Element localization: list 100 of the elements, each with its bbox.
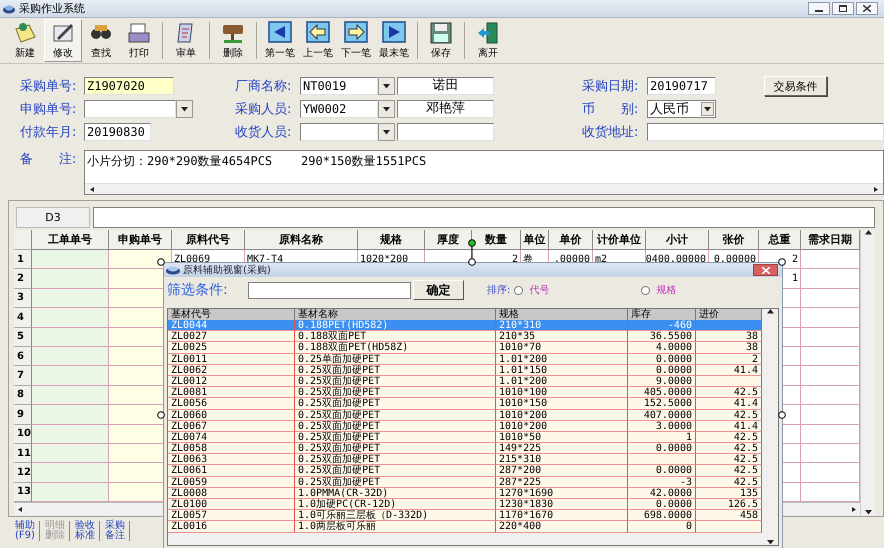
receiver-code-field[interactable]: [300, 123, 378, 141]
list-cell[interactable]: 210*35: [496, 331, 628, 342]
list-cell[interactable]: 41.4: [696, 398, 762, 410]
list-cell[interactable]: 0.25双面加硬PET: [295, 465, 496, 477]
list-cell[interactable]: 0.25双面加硬PET: [295, 398, 496, 410]
payment-month-field[interactable]: 20190830: [84, 123, 151, 141]
list-cell[interactable]: 149*225: [496, 443, 628, 454]
list-cell[interactable]: 1010*200: [496, 420, 628, 432]
order-number-field[interactable]: Z1907020: [84, 77, 174, 95]
column-header[interactable]: 数量: [472, 230, 521, 250]
column-header[interactable]: 单价: [549, 230, 593, 250]
list-cell[interactable]: 215*310: [496, 454, 628, 466]
list-cell[interactable]: [696, 376, 762, 388]
list-cell[interactable]: 0.0000: [628, 354, 696, 365]
minimize-button[interactable]: [808, 2, 830, 15]
list-cell[interactable]: 41.4: [696, 420, 762, 432]
column-header[interactable]: 单位: [521, 230, 549, 250]
column-header[interactable]: 总重: [759, 230, 801, 250]
list-cell[interactable]: 1010*50: [496, 432, 628, 444]
list-cell[interactable]: 287*225: [496, 476, 628, 488]
formula-field[interactable]: [93, 207, 875, 228]
column-header[interactable]: 规格: [496, 309, 628, 320]
column-header[interactable]: 基材代号: [168, 309, 295, 320]
bottom-tab[interactable]: 验收标准: [74, 521, 100, 541]
toolbar-button[interactable]: 查找: [82, 19, 120, 62]
list-cell[interactable]: 126.5: [696, 499, 762, 510]
column-header[interactable]: 基材名称: [295, 309, 496, 320]
list-cell[interactable]: 2: [696, 354, 762, 365]
toolbar-button[interactable]: 审单: [167, 19, 205, 62]
list-cell[interactable]: ZL0016: [168, 521, 295, 533]
vertical-scrollbar[interactable]: [860, 230, 875, 516]
list-cell[interactable]: 1230*1830: [496, 499, 628, 510]
list-cell[interactable]: ZL0025: [168, 342, 295, 354]
toolbar-button[interactable]: 下一笔: [337, 19, 375, 62]
list-cell[interactable]: 41.4: [696, 364, 762, 376]
bottom-tab[interactable]: 采购备注: [104, 521, 130, 541]
list-cell[interactable]: ZL0012: [168, 376, 295, 388]
toolbar-button[interactable]: 打印: [120, 19, 158, 62]
toolbar-button[interactable]: 删除: [214, 19, 252, 62]
list-cell[interactable]: ZL0081: [168, 387, 295, 398]
list-cell[interactable]: 42.5: [696, 454, 762, 466]
toolbar-button[interactable]: 保存: [422, 19, 460, 62]
dropdown-button[interactable]: [378, 100, 395, 118]
column-header[interactable]: 原料名称: [245, 230, 358, 250]
list-cell[interactable]: 1010*200: [496, 410, 628, 421]
list-cell[interactable]: 42.5: [696, 476, 762, 488]
terms-button[interactable]: 交易条件: [764, 76, 827, 96]
list-cell[interactable]: [628, 454, 696, 466]
dropdown-button[interactable]: [378, 77, 395, 95]
list-cell[interactable]: 152.5000: [628, 398, 696, 410]
list-cell[interactable]: 9.0000: [628, 376, 696, 388]
dropdown-button[interactable]: [176, 100, 193, 118]
toolbar-button[interactable]: 第一笔: [261, 19, 299, 62]
list-cell[interactable]: 1010*70: [496, 342, 628, 354]
list-cell[interactable]: 220*400: [496, 521, 628, 533]
dropdown-button[interactable]: [378, 123, 395, 141]
list-cell[interactable]: ZL0061: [168, 465, 295, 477]
list-cell[interactable]: 42.5: [696, 432, 762, 444]
list-cell[interactable]: 0.25单面加硬PET: [295, 354, 496, 365]
list-cell[interactable]: 42.5: [696, 387, 762, 398]
column-header[interactable]: 进价: [696, 309, 762, 320]
list-cell[interactable]: ZL0011: [168, 354, 295, 365]
sort-radio[interactable]: 代号: [514, 283, 550, 297]
column-header[interactable]: 小计: [646, 230, 709, 250]
currency-select[interactable]: 人民币: [647, 100, 716, 118]
address-field[interactable]: [647, 123, 884, 141]
list-cell[interactable]: 0.25双面加硬PET: [295, 443, 496, 454]
list-cell[interactable]: 0.25双面加硬PET: [295, 376, 496, 388]
list-cell[interactable]: 0.25双面加硬PET: [295, 432, 496, 444]
maximize-button[interactable]: [832, 2, 854, 15]
list-cell[interactable]: 1.0两层板可乐丽: [295, 521, 496, 533]
list-cell[interactable]: 38: [696, 342, 762, 354]
list-cell[interactable]: ZL0062: [168, 364, 295, 376]
resize-handle-icon[interactable]: [778, 411, 786, 419]
list-cell[interactable]: ZL0063: [168, 454, 295, 466]
list-cell[interactable]: 0.25双面加硬PET: [295, 476, 496, 488]
list-cell[interactable]: 0: [628, 521, 696, 533]
filter-field[interactable]: [248, 282, 411, 298]
list-cell[interactable]: 0.0000: [628, 364, 696, 376]
list-cell[interactable]: 287*200: [496, 465, 628, 477]
list-cell[interactable]: ZL0057: [168, 510, 295, 522]
vendor-code-field[interactable]: NT0019: [300, 77, 378, 95]
list-cell[interactable]: 1.01*200: [496, 376, 628, 388]
bottom-tab[interactable]: 辅助(F9): [14, 521, 40, 541]
list-cell[interactable]: ZL0060: [168, 410, 295, 421]
buyer-code-field[interactable]: YW0002: [300, 100, 378, 118]
column-header[interactable]: 规格: [358, 230, 425, 250]
toolbar-button[interactable]: 新建: [6, 19, 44, 62]
list-cell[interactable]: ZL0058: [168, 443, 295, 454]
list-cell[interactable]: 42.0000: [628, 488, 696, 499]
column-header[interactable]: 原料代号: [172, 230, 245, 250]
list-cell[interactable]: 42.5: [696, 410, 762, 421]
list-cell[interactable]: 407.0000: [628, 410, 696, 421]
list-cell[interactable]: 1.01*150: [496, 364, 628, 376]
list-cell[interactable]: ZL0100: [168, 499, 295, 510]
column-header[interactable]: 计价单位: [593, 230, 646, 250]
list-cell[interactable]: 1.0加硬PC(CR-12D): [295, 499, 496, 510]
list-cell[interactable]: ZL0027: [168, 331, 295, 342]
column-header[interactable]: 需求日期: [801, 230, 860, 250]
list-cell[interactable]: 1: [628, 432, 696, 444]
